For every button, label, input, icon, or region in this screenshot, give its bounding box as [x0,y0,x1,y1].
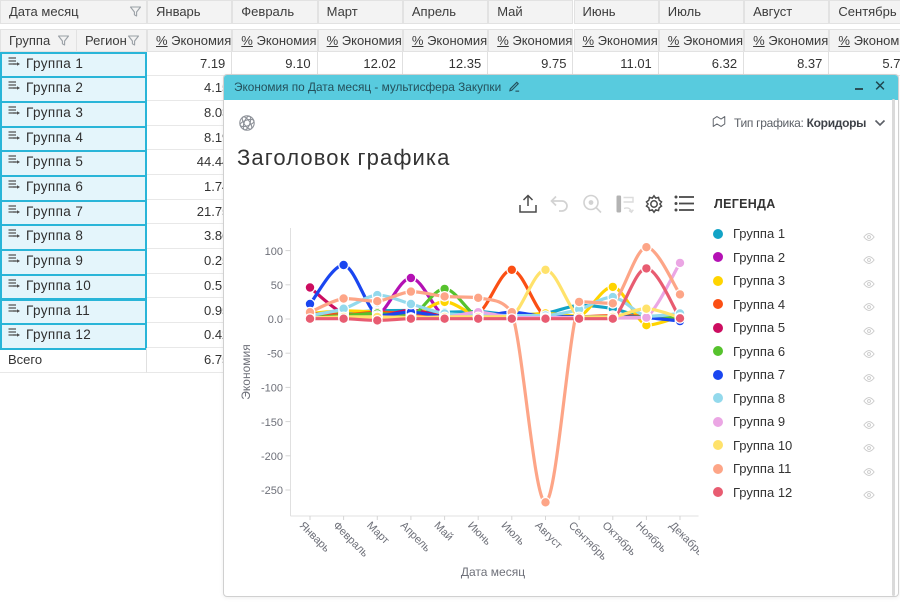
svg-text:Декабрь: Декабрь [667,520,699,559]
svg-text:100: 100 [265,246,283,258]
svg-text:-200: -200 [261,451,283,463]
svg-text:Дата месяц: Дата месяц [461,565,525,579]
svg-text:-150: -150 [261,417,283,429]
svg-text:Июнь: Июнь [465,520,493,548]
svg-text:Экономия: Экономия [239,344,253,399]
svg-text:0.0: 0.0 [268,314,283,326]
svg-text:Август: Август [532,520,564,552]
svg-text:Ноябрь: Ноябрь [633,520,669,556]
svg-text:50: 50 [271,280,283,292]
svg-text:Июль: Июль [499,520,528,549]
svg-text:Январь: Январь [297,520,332,555]
svg-text:-50: -50 [267,348,283,360]
svg-text:-100: -100 [261,383,283,395]
svg-text:Февраль: Февраль [330,520,370,560]
svg-text:Апрель: Апрель [398,520,433,555]
svg-text:Май: Май [431,520,455,544]
svg-text:-250: -250 [261,485,283,497]
svg-text:Март: Март [364,520,391,547]
